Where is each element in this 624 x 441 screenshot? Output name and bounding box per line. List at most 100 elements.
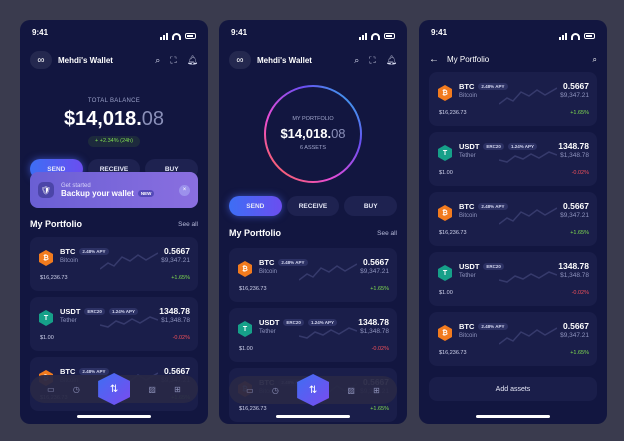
asset-price: $16,236.73 xyxy=(439,230,467,236)
asset-amount: 1348.78 xyxy=(358,317,389,327)
home-indicator xyxy=(276,415,350,418)
asset-card[interactable]: T USDT ERC20 1.24% APY Tether 1348.78 $1,348.7… xyxy=(229,308,397,362)
wallet-icon[interactable]: ▭ xyxy=(47,385,55,394)
asset-card[interactable]: T USDT ERC20 1.24% APY Tether 1348.78 $1,348.7… xyxy=(30,297,198,351)
asset-amount: 0.5667 xyxy=(363,257,389,267)
swap-icon[interactable]: ⇅ xyxy=(98,373,131,405)
asset-price: $1.00 xyxy=(439,170,453,176)
asset-card[interactable]: ₿ BTC2.48% APYBitcoin 0.5667$9,347.21 $16,2… xyxy=(429,72,597,126)
back-arrow-icon[interactable]: ← xyxy=(429,54,439,65)
asset-change: +1.65% xyxy=(370,406,389,412)
search-icon[interactable]: ⌕ xyxy=(155,55,160,66)
sparkline xyxy=(499,327,557,345)
total-balance-label: TOTAL BALANCE xyxy=(87,98,141,104)
header: ∞ Mehdi's Wallet ⌕ ⛶ 🔔︎ xyxy=(20,50,208,70)
clock-icon[interactable]: ◷ xyxy=(272,386,279,395)
bitcoin-icon: ₿ xyxy=(39,250,53,266)
asset-tag: 2.48% APY xyxy=(79,248,109,255)
see-all-link[interactable]: See all xyxy=(377,230,397,237)
ring-label: MY PORTFOLIO xyxy=(292,116,334,122)
asset-card[interactable]: ₿ BTC2.48% APYBitcoin 0.5667$9,347.21 $16,2… xyxy=(30,237,198,291)
asset-card[interactable]: T USDT ERC20 Tether 1348.78 $1,348.78 $1.00 -0.… xyxy=(429,252,597,306)
battery-icon xyxy=(584,33,595,39)
asset-apy-tag: 1.24% APY xyxy=(108,308,139,315)
ring-balance: $14,018.08 xyxy=(219,126,407,141)
backup-banner[interactable]: 🛡︎ Get started Backup your wallet NEW × xyxy=(30,172,198,208)
asset-amount: 1348.78 xyxy=(558,261,589,271)
chart-icon[interactable]: ▨ xyxy=(148,385,156,394)
search-icon[interactable]: ⌕ xyxy=(354,55,359,66)
see-all-link[interactable]: See all xyxy=(178,221,198,228)
asset-tag: ERC20 xyxy=(483,143,504,150)
shield-icon: 🛡︎ xyxy=(38,182,54,198)
battery-icon xyxy=(185,33,196,39)
grid-icon[interactable]: ⊞ xyxy=(174,385,181,394)
bitcoin-icon: ₿ xyxy=(438,85,452,101)
signal-icon xyxy=(160,32,168,40)
close-icon[interactable]: × xyxy=(179,184,190,196)
portfolio-title: My Portfolio xyxy=(30,219,82,229)
bell-icon[interactable]: 🔔︎ xyxy=(386,55,397,66)
add-assets-button[interactable]: Add assets xyxy=(429,377,597,401)
asset-amount: 0.5667 xyxy=(164,246,190,256)
scan-icon[interactable]: ⛶ xyxy=(369,55,375,66)
send-button[interactable]: SEND xyxy=(229,196,282,216)
asset-fiat-value: $1,348.78 xyxy=(560,152,589,159)
home-indicator xyxy=(77,415,151,418)
receive-button[interactable]: RECEIVE xyxy=(286,196,340,216)
swap-icon[interactable]: ⇅ xyxy=(297,374,330,406)
clock-icon[interactable]: ◷ xyxy=(73,385,80,394)
asset-price: $1.00 xyxy=(40,335,54,341)
asset-change: +1.65% xyxy=(570,230,589,236)
asset-fiat-value: $9,347.21 xyxy=(560,212,589,219)
asset-fiat-value: $9,347.21 xyxy=(560,92,589,99)
wifi-icon xyxy=(571,32,580,40)
status-time: 9:41 xyxy=(32,28,49,37)
asset-symbol: USDT xyxy=(60,307,81,316)
status-time: 9:41 xyxy=(231,28,248,37)
wifi-icon xyxy=(371,32,380,40)
search-icon[interactable]: ⌕ xyxy=(593,55,597,65)
asset-name: Bitcoin xyxy=(459,213,478,219)
asset-change: +1.65% xyxy=(370,286,389,292)
asset-name: Tether xyxy=(459,153,476,159)
wifi-icon xyxy=(172,32,181,40)
new-badge: NEW xyxy=(137,189,155,197)
asset-change: -0.02% xyxy=(571,170,589,176)
asset-symbol: BTC xyxy=(459,322,475,331)
asset-price: $16,236.73 xyxy=(239,286,267,292)
bitcoin-icon: ₿ xyxy=(238,261,252,277)
asset-card[interactable]: ₿ BTC2.48% APYBitcoin 0.5667$9,347.21 $16,2… xyxy=(229,248,397,302)
grid-icon[interactable]: ⊞ xyxy=(373,386,380,395)
asset-name: Tether xyxy=(60,318,77,324)
asset-price: $16,236.73 xyxy=(40,275,68,281)
asset-change: +1.65% xyxy=(171,275,190,281)
asset-card[interactable]: T USDT ERC20 1.24% APY Tether 1348.78 $1,348.7… xyxy=(429,132,597,186)
status-bar: 9:41 xyxy=(219,20,407,44)
asset-card[interactable]: ₿ BTC2.48% APYBitcoin 0.5667$9,347.21 $16,2… xyxy=(429,192,597,246)
wallet-icon[interactable]: ▭ xyxy=(246,386,254,395)
total-balance: $14,018.08 xyxy=(20,108,208,131)
signal-icon xyxy=(359,32,367,40)
buy-button[interactable]: BUY xyxy=(344,196,398,216)
sparkline xyxy=(100,252,158,270)
asset-tag: ERC20 xyxy=(283,319,304,326)
asset-fiat-value: $9,347.21 xyxy=(360,268,389,275)
asset-symbol: USDT xyxy=(459,142,480,151)
asset-symbol: BTC xyxy=(459,82,475,91)
chart-icon[interactable]: ▨ xyxy=(347,386,355,395)
asset-fiat-value: $9,347.21 xyxy=(161,257,190,264)
logo-icon: ∞ xyxy=(30,51,52,69)
sparkline xyxy=(499,271,557,283)
tether-icon: T xyxy=(238,321,252,337)
tether-icon: T xyxy=(39,310,53,326)
balance-main: $14,018. xyxy=(63,108,142,130)
asset-tag: 2.48% APY xyxy=(278,259,308,266)
scan-icon[interactable]: ⛶ xyxy=(170,55,176,66)
asset-symbol: BTC xyxy=(259,258,275,267)
asset-card[interactable]: ₿ BTC2.48% APYBitcoin 0.5667$9,347.21 $16,2… xyxy=(429,312,597,366)
asset-fiat-value: $1,348.78 xyxy=(360,328,389,335)
portfolio-header: My Portfolio See all xyxy=(30,219,198,229)
bell-icon[interactable]: 🔔︎ xyxy=(187,55,198,66)
logo-icon: ∞ xyxy=(229,51,251,69)
